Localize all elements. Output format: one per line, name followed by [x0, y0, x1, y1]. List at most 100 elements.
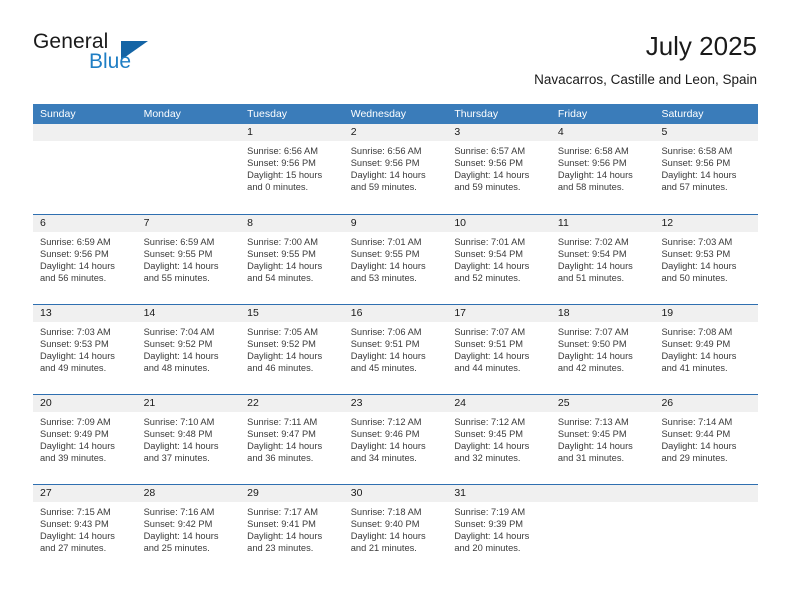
daylight-text: Daylight: 14 hours and 21 minutes.	[350, 531, 426, 554]
logo-text-blue: Blue	[89, 50, 132, 73]
calendar-day-cell-empty	[550, 485, 655, 574]
calendar-day-cell[interactable]: 30 Sunrise: 7:18 AM Sunset: 9:40 PM Dayligh…	[343, 485, 448, 574]
sunset-text: Sunset: 9:56 PM	[350, 158, 420, 169]
day-details: Sunrise: 6:59 AM Sunset: 9:56 PM Daylight:…	[33, 232, 137, 284]
day-details: Sunrise: 7:03 AM Sunset: 9:53 PM Daylight:…	[654, 232, 758, 284]
day-details: Sunrise: 6:56 AM Sunset: 9:56 PM Daylight:…	[240, 141, 344, 193]
day-number: 13	[33, 305, 137, 322]
sunset-text: Sunset: 9:56 PM	[557, 158, 627, 169]
calendar-day-cell[interactable]: 9 Sunrise: 7:01 AM Sunset: 9:55 PM Daylight…	[343, 215, 448, 304]
daylight-text: Daylight: 14 hours and 58 minutes.	[557, 170, 633, 193]
day-details: Sunrise: 7:08 AM Sunset: 9:49 PM Daylight:…	[654, 322, 758, 374]
calendar-day-cell-empty	[136, 124, 241, 214]
sunrise-text: Sunrise: 6:57 AM	[454, 146, 526, 156]
calendar-day-cell[interactable]: 25 Sunrise: 7:13 AM Sunset: 9:45 PM Dayligh…	[550, 395, 655, 484]
calendar-week-row: 6 Sunrise: 6:59 AM Sunset: 9:56 PM Daylight…	[33, 214, 759, 304]
general-blue-logo[interactable]: General Blue	[33, 30, 173, 86]
sunrise-text: Sunrise: 6:56 AM	[247, 146, 318, 156]
calendar-day-cell[interactable]: 3 Sunrise: 6:57 AM Sunset: 9:56 PM Daylight…	[447, 124, 551, 214]
calendar-day-cell[interactable]: 15 Sunrise: 7:05 AM Sunset: 9:52 PM Dayligh…	[240, 305, 344, 394]
calendar-day-cell[interactable]: 6 Sunrise: 6:59 AM Sunset: 9:56 PM Daylight…	[33, 215, 137, 304]
day-number	[654, 485, 759, 502]
weekday-header-row: Sunday Monday Tuesday Wednesday Thursday…	[33, 104, 758, 124]
sunset-text: Sunset: 9:56 PM	[247, 158, 316, 169]
calendar-day-cell[interactable]: 18 Sunrise: 7:07 AM Sunset: 9:50 PM Dayligh…	[550, 305, 655, 394]
calendar-day-cell[interactable]: 27 Sunrise: 7:15 AM Sunset: 9:43 PM Dayligh…	[33, 485, 137, 574]
sunset-text: Sunset: 9:51 PM	[350, 339, 420, 350]
sunset-text: Sunset: 9:56 PM	[454, 158, 524, 169]
daylight-text: Daylight: 14 hours and 55 minutes.	[143, 261, 219, 284]
calendar-day-cell[interactable]: 10 Sunrise: 7:01 AM Sunset: 9:54 PM Dayligh…	[447, 215, 551, 304]
sunrise-text: Sunrise: 7:18 AM	[350, 507, 422, 517]
day-details: Sunrise: 6:56 AM Sunset: 9:56 PM Daylight:…	[344, 141, 448, 193]
calendar-day-cell[interactable]: 11 Sunrise: 7:02 AM Sunset: 9:54 PM Dayligh…	[550, 215, 655, 304]
calendar-week-row: 20 Sunrise: 7:09 AM Sunset: 9:49 PM Dayligh…	[33, 394, 759, 484]
sunset-text: Sunset: 9:55 PM	[350, 249, 420, 260]
sunrise-text: Sunrise: 7:10 AM	[143, 417, 215, 427]
sunset-text: Sunset: 9:41 PM	[247, 519, 316, 530]
weekday-header-monday: Monday	[143, 108, 181, 120]
weekday-header-tuesday: Tuesday	[247, 108, 288, 120]
sunset-text: Sunset: 9:52 PM	[247, 339, 316, 350]
calendar-day-cell[interactable]: 5 Sunrise: 6:58 AM Sunset: 9:56 PM Daylight…	[654, 124, 759, 214]
daylight-text: Daylight: 14 hours and 45 minutes.	[350, 351, 426, 374]
calendar-day-cell[interactable]: 17 Sunrise: 7:07 AM Sunset: 9:51 PM Dayligh…	[447, 305, 551, 394]
daylight-text: Daylight: 14 hours and 49 minutes.	[40, 351, 115, 374]
day-number: 17	[447, 305, 551, 322]
calendar-day-cell[interactable]: 1 Sunrise: 6:56 AM Sunset: 9:56 PM Daylight…	[240, 124, 344, 214]
sunrise-text: Sunrise: 7:05 AM	[247, 327, 318, 337]
calendar-week-row: 1 Sunrise: 6:56 AM Sunset: 9:56 PM Daylight…	[33, 124, 759, 214]
weekday-header-friday: Friday	[557, 108, 588, 120]
calendar-day-cell[interactable]: 14 Sunrise: 7:04 AM Sunset: 9:52 PM Dayligh…	[136, 305, 241, 394]
calendar-day-cell[interactable]: 7 Sunrise: 6:59 AM Sunset: 9:55 PM Daylight…	[136, 215, 241, 304]
calendar-day-cell[interactable]: 16 Sunrise: 7:06 AM Sunset: 9:51 PM Dayligh…	[343, 305, 448, 394]
day-details: Sunrise: 6:58 AM Sunset: 9:56 PM Daylight:…	[551, 141, 655, 193]
day-number: 24	[447, 395, 551, 412]
sunset-text: Sunset: 9:51 PM	[454, 339, 524, 350]
calendar-day-cell[interactable]: 20 Sunrise: 7:09 AM Sunset: 9:49 PM Dayligh…	[33, 395, 137, 484]
sunrise-text: Sunrise: 6:59 AM	[40, 237, 111, 247]
sunset-text: Sunset: 9:49 PM	[661, 339, 731, 350]
calendar-week-row: 27 Sunrise: 7:15 AM Sunset: 9:43 PM Dayligh…	[33, 484, 759, 574]
daylight-text: Daylight: 14 hours and 34 minutes.	[350, 441, 426, 464]
calendar-day-cell[interactable]: 23 Sunrise: 7:12 AM Sunset: 9:46 PM Dayligh…	[343, 395, 448, 484]
calendar-day-cell[interactable]: 8 Sunrise: 7:00 AM Sunset: 9:55 PM Daylight…	[240, 215, 344, 304]
calendar-day-cell[interactable]: 29 Sunrise: 7:17 AM Sunset: 9:41 PM Dayligh…	[240, 485, 344, 574]
calendar-day-cell[interactable]: 31 Sunrise: 7:19 AM Sunset: 9:39 PM Dayligh…	[447, 485, 551, 574]
sunrise-text: Sunrise: 7:16 AM	[143, 507, 215, 517]
day-number	[550, 485, 655, 502]
day-number	[33, 124, 137, 141]
daylight-text: Daylight: 14 hours and 51 minutes.	[557, 261, 633, 284]
sunset-text: Sunset: 9:54 PM	[454, 249, 524, 260]
day-details: Sunrise: 7:18 AM Sunset: 9:40 PM Daylight:…	[344, 502, 448, 554]
calendar-day-cell[interactable]: 22 Sunrise: 7:11 AM Sunset: 9:47 PM Dayligh…	[240, 395, 344, 484]
day-number: 9	[343, 215, 448, 232]
daylight-text: Daylight: 14 hours and 46 minutes.	[247, 351, 323, 374]
sunset-text: Sunset: 9:44 PM	[661, 429, 731, 440]
sunrise-text: Sunrise: 7:19 AM	[454, 507, 526, 517]
daylight-text: Daylight: 14 hours and 20 minutes.	[454, 531, 530, 554]
sunrise-text: Sunrise: 7:14 AM	[661, 417, 733, 427]
sunrise-text: Sunrise: 7:12 AM	[454, 417, 526, 427]
daylight-text: Daylight: 14 hours and 29 minutes.	[661, 441, 737, 464]
day-number: 30	[343, 485, 448, 502]
calendar-week-row: 13 Sunrise: 7:03 AM Sunset: 9:53 PM Dayligh…	[33, 304, 759, 394]
calendar-day-cell[interactable]: 4 Sunrise: 6:58 AM Sunset: 9:56 PM Daylight…	[550, 124, 655, 214]
calendar-day-cell[interactable]: 12 Sunrise: 7:03 AM Sunset: 9:53 PM Dayligh…	[654, 215, 759, 304]
day-details: Sunrise: 7:09 AM Sunset: 9:49 PM Daylight:…	[33, 412, 137, 464]
sunrise-text: Sunrise: 6:56 AM	[350, 146, 422, 156]
calendar-day-cell[interactable]: 2 Sunrise: 6:56 AM Sunset: 9:56 PM Daylight…	[343, 124, 448, 214]
weekday-header-saturday: Saturday	[661, 108, 704, 120]
page-title: July 2025	[645, 31, 757, 61]
calendar-day-cell[interactable]: 28 Sunrise: 7:16 AM Sunset: 9:42 PM Dayligh…	[136, 485, 241, 574]
calendar-grid: Sunday Monday Tuesday Wednesday Thursday…	[33, 104, 759, 574]
sunset-text: Sunset: 9:55 PM	[247, 249, 316, 260]
calendar-day-cell[interactable]: 24 Sunrise: 7:12 AM Sunset: 9:45 PM Dayligh…	[447, 395, 551, 484]
calendar-day-cell[interactable]: 26 Sunrise: 7:14 AM Sunset: 9:44 PM Dayligh…	[654, 395, 759, 484]
day-number: 26	[654, 395, 759, 412]
day-details: Sunrise: 7:16 AM Sunset: 9:42 PM Daylight:…	[137, 502, 241, 554]
calendar-day-cell[interactable]: 19 Sunrise: 7:08 AM Sunset: 9:49 PM Dayligh…	[654, 305, 759, 394]
calendar-day-cell[interactable]: 21 Sunrise: 7:10 AM Sunset: 9:48 PM Dayligh…	[136, 395, 241, 484]
day-details: Sunrise: 7:05 AM Sunset: 9:52 PM Daylight:…	[240, 322, 344, 374]
calendar-day-cell[interactable]: 13 Sunrise: 7:03 AM Sunset: 9:53 PM Dayligh…	[33, 305, 137, 394]
